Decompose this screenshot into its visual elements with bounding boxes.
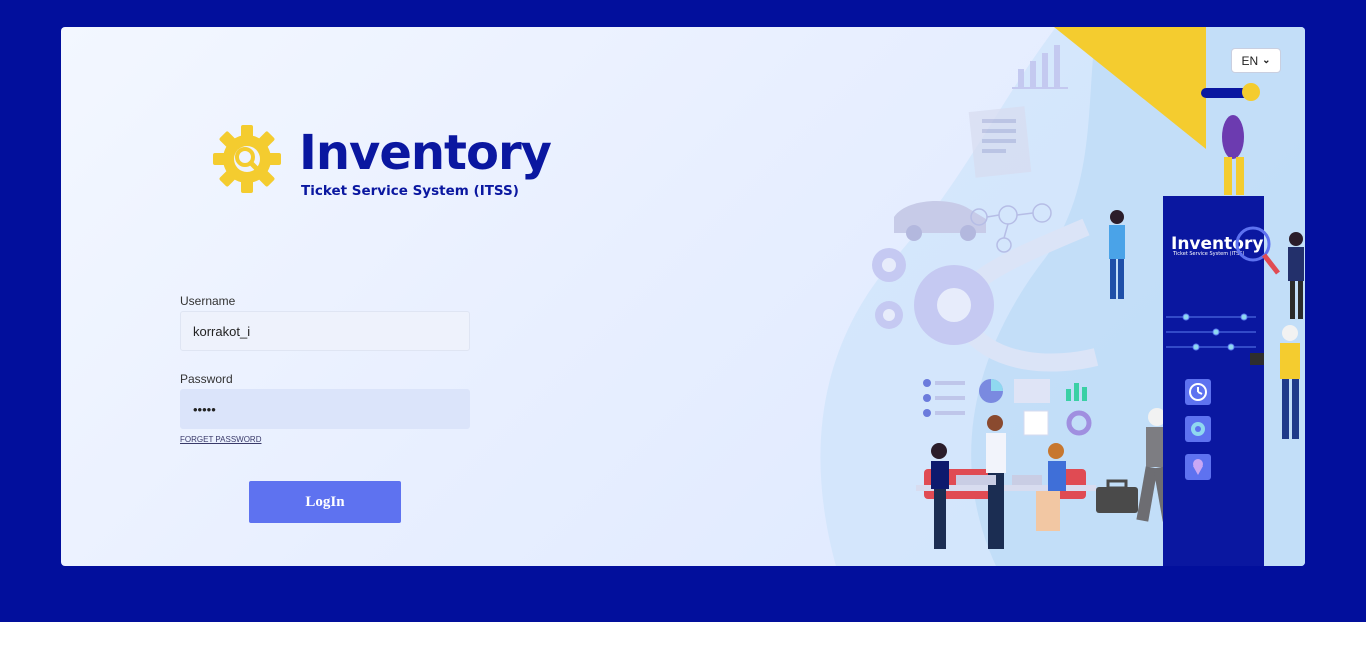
username-label: Username (180, 294, 236, 308)
logo-title: Inventory (299, 125, 552, 181)
chevron-down-icon: ⌄ (1262, 55, 1271, 66)
password-field[interactable] (180, 389, 470, 429)
pillar-subtitle: Ticket Service System (ITSS) (1172, 251, 1245, 257)
location-pin-icon (1185, 454, 1211, 480)
login-button[interactable]: LogIn (249, 481, 401, 523)
document-icon (968, 106, 1032, 178)
clock-icon (1185, 379, 1211, 405)
login-card: Inventory Ticket Service System (ITSS) U… (61, 27, 1305, 566)
language-value: EN (1241, 53, 1259, 68)
gear-logo-icon (213, 125, 281, 193)
username-field[interactable] (180, 311, 470, 351)
app-logo: Inventory Ticket Service System (ITSS) (211, 123, 571, 213)
hero-illustration: Inventory Ticket Service System (ITSS) (796, 27, 1305, 566)
language-select[interactable]: EN ⌄ (1231, 48, 1281, 73)
password-label: Password (180, 372, 233, 386)
logo-subtitle: Ticket Service System (ITSS) (301, 183, 519, 199)
forget-password-link[interactable]: FORGET PASSWORD (180, 435, 262, 444)
settings-tile-icon (1185, 416, 1211, 442)
